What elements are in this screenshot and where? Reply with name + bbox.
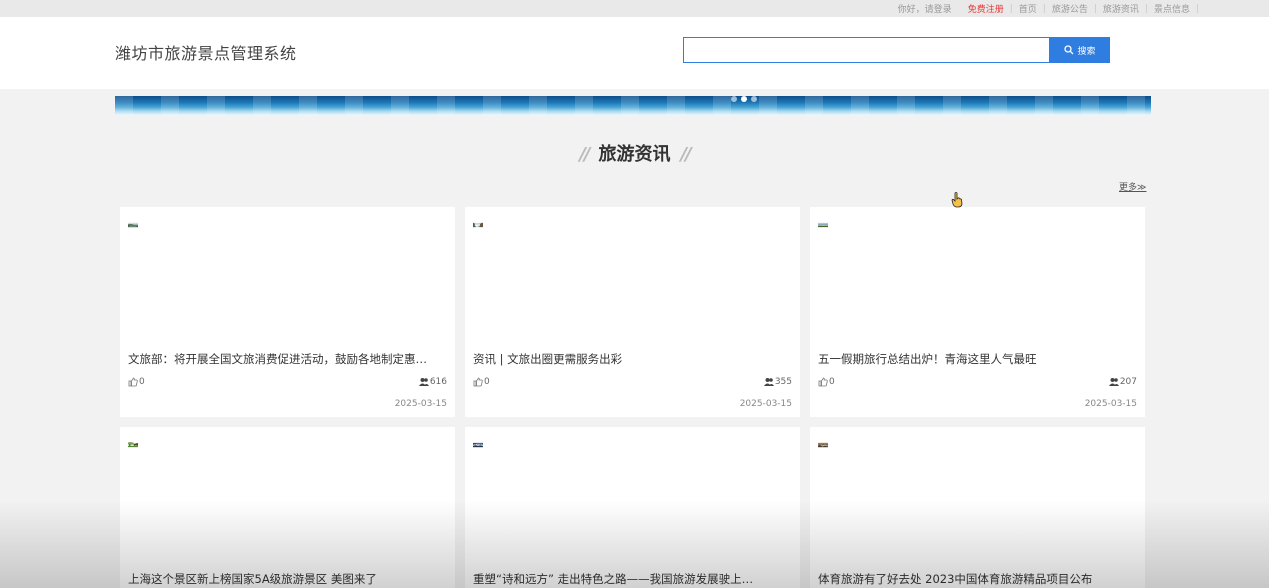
users-icon xyxy=(763,378,774,386)
search-button-label: 搜索 xyxy=(1077,46,1096,57)
article-title[interactable]: 体育旅游有了好去处 2023中国体育旅游精品项目公布 xyxy=(818,571,1137,587)
nav-home-link[interactable]: 首页 xyxy=(1019,2,1037,15)
carousel-dot[interactable] xyxy=(731,96,737,102)
login-prompt-link[interactable]: 你好，请登录 xyxy=(898,2,952,15)
more-link[interactable]: 更多≫ xyxy=(1119,180,1146,193)
article-title[interactable]: 资讯 | 文旅出圈更需服务出彩 xyxy=(473,351,792,367)
like-count[interactable]: 0 xyxy=(128,377,145,387)
view-count: 207 xyxy=(1108,377,1137,387)
site-title: 潍坊市旅游景点管理系统 xyxy=(115,44,297,63)
thumbs-up-icon xyxy=(818,377,828,387)
article-image-tree-cabin[interactable] xyxy=(128,435,447,570)
article-image-lake-flowers[interactable] xyxy=(818,215,1137,350)
like-count[interactable]: 0 xyxy=(818,377,835,387)
carousel-dot-active[interactable] xyxy=(741,96,747,102)
article-image-snow-mountains[interactable] xyxy=(473,435,792,570)
article-title[interactable]: 重塑“诗和远方” 走出特色之路——我国旅游发展驶上… xyxy=(473,571,792,587)
like-count[interactable]: 0 xyxy=(473,377,490,387)
thumbs-up-icon xyxy=(473,377,483,387)
article-title[interactable]: 文旅部：将开展全国文旅消费促进活动，鼓励各地制定惠… xyxy=(128,351,447,367)
article-title[interactable]: 上海这个景区新上榜国家5A级旅游景区 美图来了 xyxy=(128,571,447,587)
article-card[interactable]: 资讯 | 文旅出圈更需服务出彩 0 355 2025-03-15 xyxy=(465,207,800,417)
banner-carousel[interactable] xyxy=(115,96,1151,115)
search-icon xyxy=(1064,45,1074,55)
section-heading: // 旅游资讯 // xyxy=(0,140,1269,166)
carousel-dots xyxy=(731,96,757,102)
article-card[interactable]: 文旅部：将开展全国文旅消费促进活动，鼓励各地制定惠… 0 616 2025-03… xyxy=(120,207,455,417)
hand-cursor-icon xyxy=(951,192,963,208)
article-title[interactable]: 五一假期旅行总结出炉！青海这里人气最旺 xyxy=(818,351,1137,367)
view-count: 616 xyxy=(418,377,447,387)
article-card[interactable]: 五一假期旅行总结出炉！青海这里人气最旺 0 207 2025-03-15 xyxy=(810,207,1145,417)
site-header: 潍坊市旅游景点管理系统 搜索 xyxy=(0,17,1269,89)
view-count: 355 xyxy=(763,377,792,387)
users-icon xyxy=(418,378,429,386)
heading-decoration-icon: // xyxy=(680,144,692,165)
heading-decoration-icon: // xyxy=(579,144,590,165)
article-date: 2025-03-15 xyxy=(1084,399,1137,409)
article-image-cliff-walkway[interactable] xyxy=(473,215,792,350)
search-input[interactable] xyxy=(683,37,1050,63)
users-icon xyxy=(1108,378,1119,386)
article-image-landscape[interactable] xyxy=(128,215,447,350)
search-button[interactable]: 搜索 xyxy=(1050,37,1110,63)
top-nav-bar: 你好，请登录 免费注册 | 首页 | 旅游公告 | 旅游资讯 | 景点信息 | xyxy=(0,0,1269,17)
carousel-dot[interactable] xyxy=(751,96,757,102)
article-date: 2025-03-15 xyxy=(394,399,447,409)
article-card[interactable]: 上海这个景区新上榜国家5A级旅游景区 美图来了 xyxy=(120,427,455,588)
article-card[interactable]: 重塑“诗和远方” 走出特色之路——我国旅游发展驶上… xyxy=(465,427,800,588)
article-date: 2025-03-15 xyxy=(739,399,792,409)
register-link[interactable]: 免费注册 xyxy=(968,2,1004,15)
thumbs-up-icon xyxy=(128,377,138,387)
article-card[interactable]: 体育旅游有了好去处 2023中国体育旅游精品项目公布 xyxy=(810,427,1145,588)
section-title: 旅游资讯 xyxy=(598,144,671,165)
article-image-misty-peaks[interactable] xyxy=(818,435,1137,570)
nav-attractions-link[interactable]: 景点信息 xyxy=(1154,2,1190,15)
nav-announcements-link[interactable]: 旅游公告 xyxy=(1052,2,1088,15)
nav-news-link[interactable]: 旅游资讯 xyxy=(1103,2,1139,15)
